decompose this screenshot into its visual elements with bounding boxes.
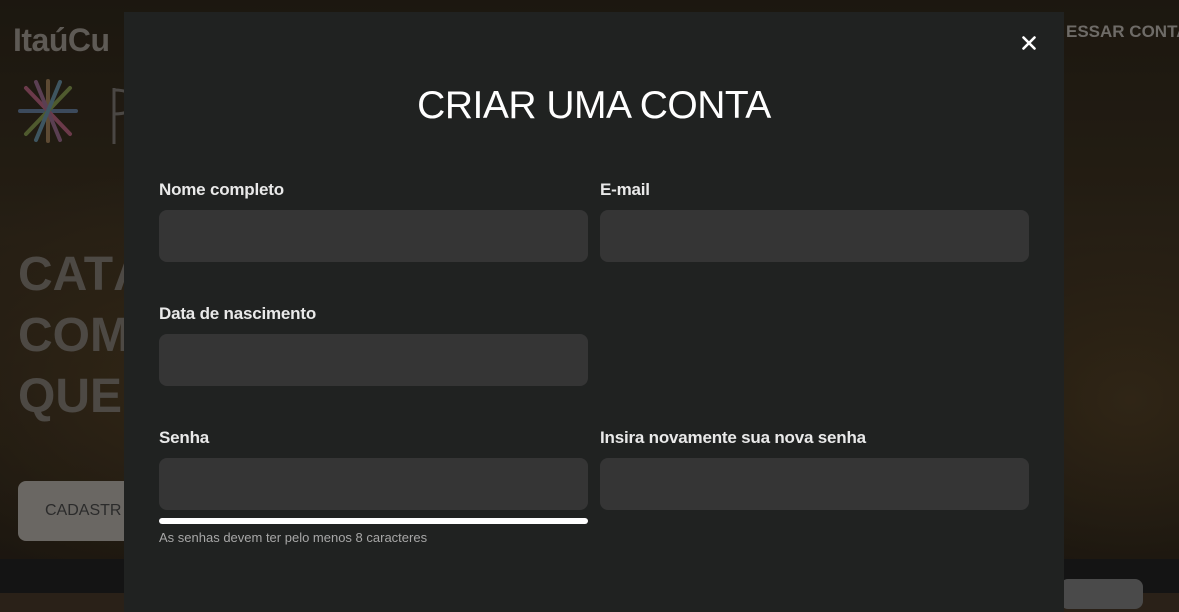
password-strength-fill <box>159 518 588 524</box>
password-input[interactable] <box>159 458 588 510</box>
email-label: E-mail <box>600 180 650 199</box>
header-login-link[interactable]: ESSAR CONTA <box>1066 22 1179 42</box>
close-button[interactable] <box>1018 32 1040 54</box>
birth-date-input[interactable] <box>159 334 588 386</box>
birth-date-label: Data de nascimento <box>159 304 317 323</box>
modal-title: CRIAR UMA CONTA <box>417 84 771 127</box>
password-strength-bar <box>159 518 588 524</box>
password-hint: As senhas devem ter pelo menos 8 caracte… <box>159 530 428 545</box>
password-confirm-input[interactable] <box>600 458 1029 510</box>
create-account-modal: CRIAR UMA CONTA Nome completo E-mail Dat… <box>124 12 1064 612</box>
brand-logo-text: ItaúCu <box>13 22 110 58</box>
password-label: Senha <box>159 428 210 447</box>
full-name-input[interactable] <box>159 210 588 262</box>
close-icon <box>1022 36 1036 50</box>
email-input[interactable] <box>600 210 1029 262</box>
password-confirm-label: Insira novamente sua nova senha <box>600 428 866 447</box>
footer-button[interactable] <box>1060 579 1143 609</box>
full-name-label: Nome completo <box>159 180 284 199</box>
brand-logo-icon <box>14 76 136 151</box>
